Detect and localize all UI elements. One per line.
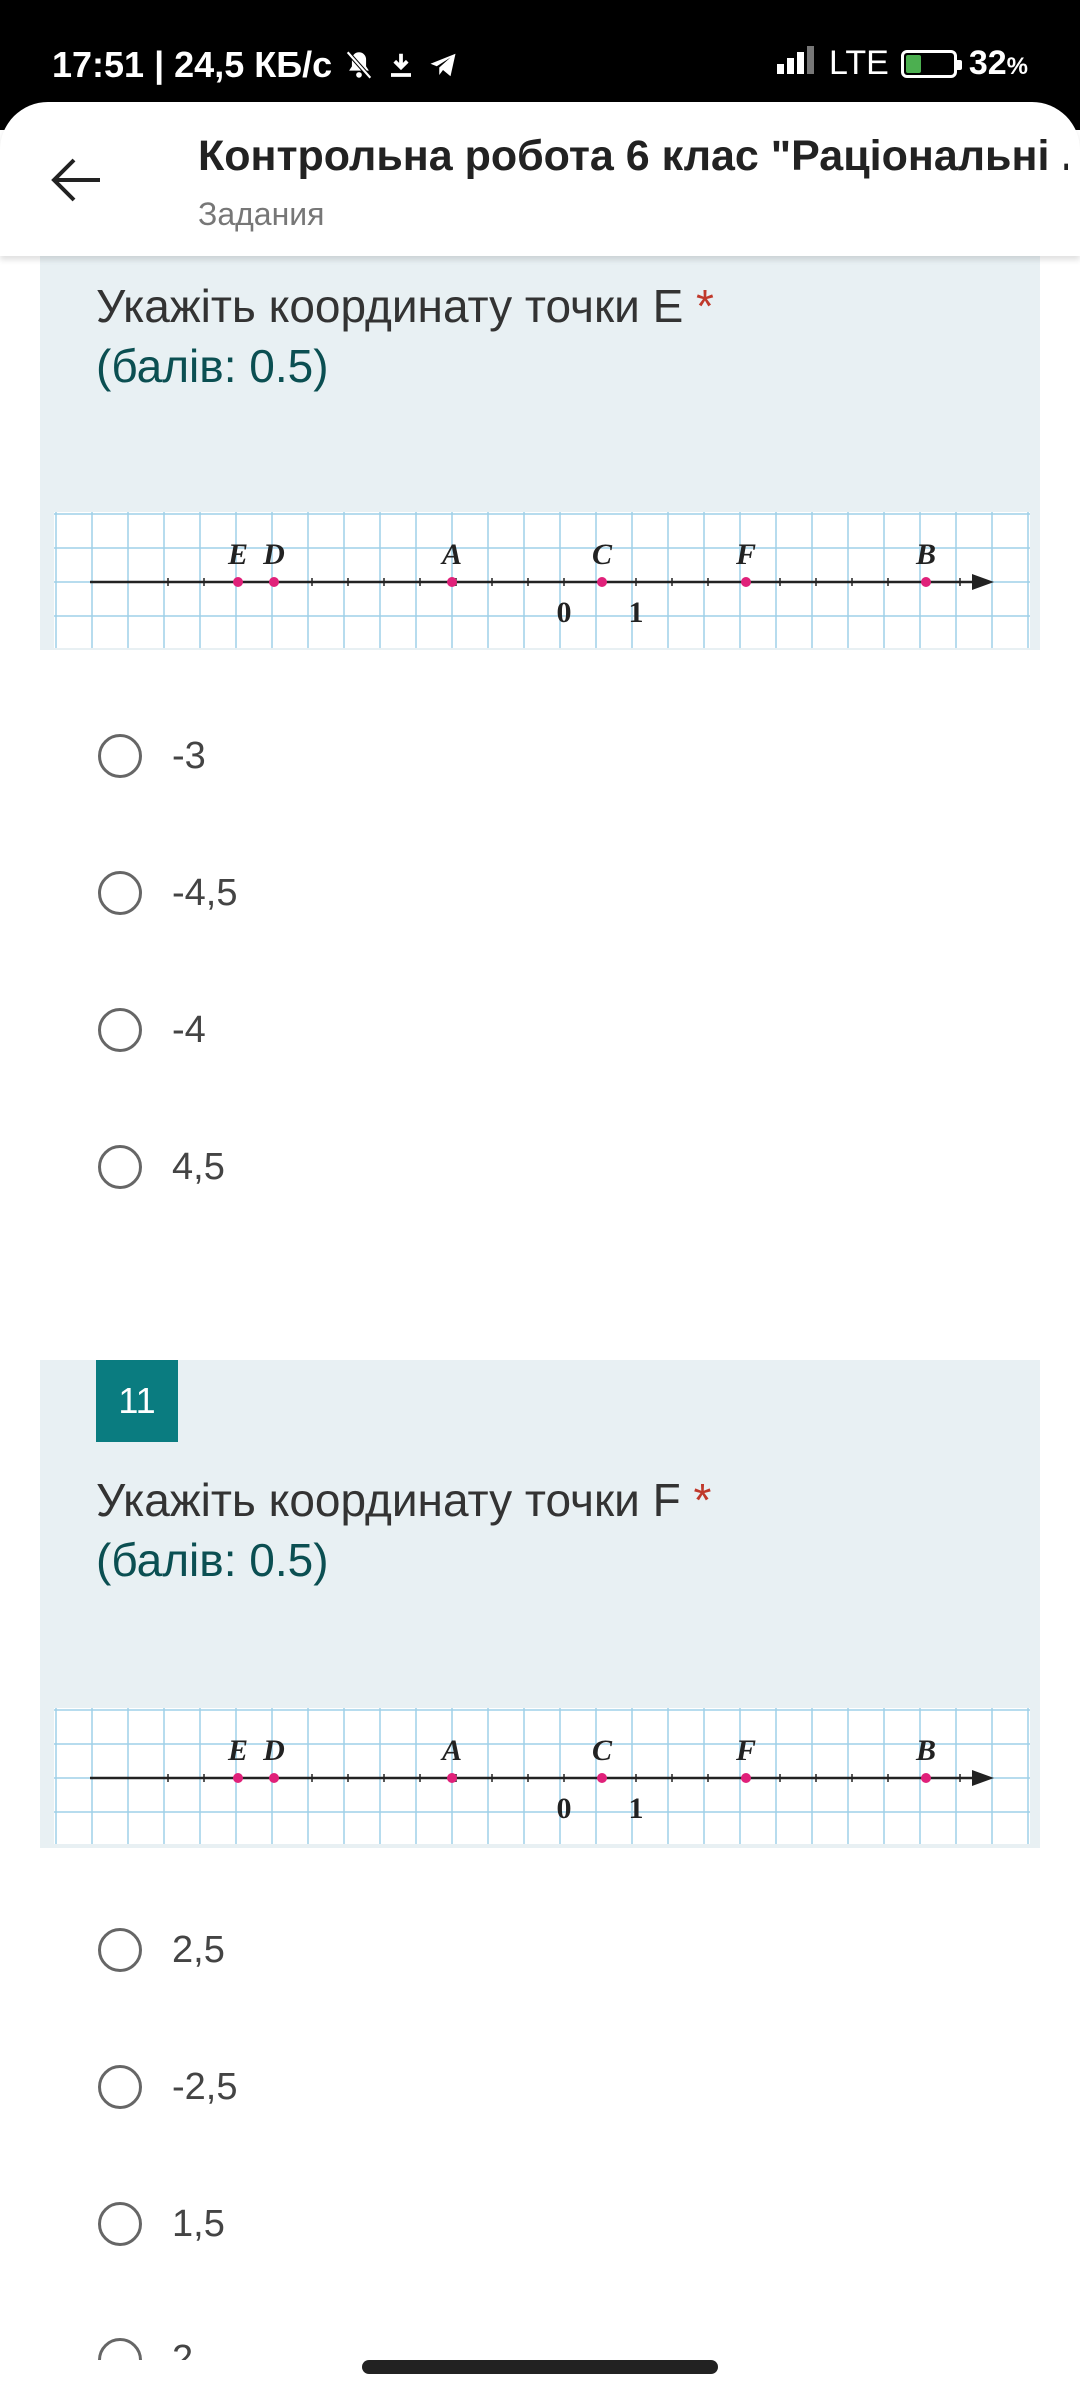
page-subtitle: Задания: [198, 196, 325, 232]
required-marker: *: [696, 280, 714, 332]
point-label: B: [915, 538, 936, 571]
question-label: Укажіть координату точки F: [96, 1474, 681, 1526]
option-label: -4: [172, 1008, 206, 1051]
point-label: A: [440, 1734, 462, 1767]
option-radio[interactable]: 1,5: [98, 2184, 225, 2264]
point-label: C: [592, 1734, 613, 1767]
option-radio[interactable]: -2,5: [98, 2047, 237, 2127]
tick-label: 0: [557, 596, 572, 629]
question-card: Укажіть координату точки E * (балів: 0.5…: [40, 256, 1040, 650]
network-type: LTE: [828, 44, 889, 82]
question-number-badge: 11: [96, 1360, 178, 1442]
telegram-icon: [426, 50, 460, 80]
radio-button[interactable]: [98, 1008, 142, 1052]
point-marker: [447, 577, 457, 587]
status-time: 17:51 | 24,5 КБ/с: [52, 44, 333, 85]
radio-button[interactable]: [98, 1145, 142, 1189]
status-left: 17:51 | 24,5 КБ/с: [52, 44, 460, 86]
option-label: -4,5: [172, 871, 238, 914]
battery-percent: 32%: [969, 44, 1028, 83]
option-radio[interactable]: 2: [98, 2320, 193, 2360]
point-marker: [921, 1773, 931, 1783]
radio-button[interactable]: [98, 1928, 142, 1972]
tick-label: 1: [629, 1792, 644, 1825]
point-marker: [269, 1773, 279, 1783]
point-label: A: [440, 538, 462, 571]
question-text: Укажіть координату точки E *: [96, 276, 714, 336]
battery-icon: [900, 49, 962, 78]
page-title: Контрольна робота 6 клас "Раціональні ..…: [198, 132, 1068, 180]
number-line-figure: E D A C F B 0 1: [54, 512, 1030, 648]
battery-fill: [905, 54, 921, 73]
point-marker: [597, 1773, 607, 1783]
point-label: F: [735, 538, 756, 571]
point-marker: [921, 577, 931, 587]
question-points: (балів: 0.5): [96, 340, 329, 392]
option-radio[interactable]: -4: [98, 990, 206, 1070]
point-label: D: [262, 1734, 285, 1767]
point-label: F: [735, 1734, 756, 1767]
app-bar: Контрольна робота 6 клас "Раціональні ..…: [0, 102, 1080, 256]
question-label: Укажіть координату точки E: [96, 280, 684, 332]
radio-button[interactable]: [98, 871, 142, 915]
option-label: -3: [172, 734, 206, 777]
home-indicator[interactable]: [362, 2360, 718, 2374]
mute-bell-icon: [342, 48, 376, 82]
question-points: (балів: 0.5): [96, 1534, 329, 1586]
required-marker: *: [693, 1474, 712, 1526]
option-radio[interactable]: -3: [98, 716, 206, 796]
question-text: Укажіть координату точки F *: [96, 1470, 711, 1530]
point-marker: [233, 1773, 243, 1783]
point-label: E: [227, 538, 248, 571]
radio-button[interactable]: [98, 2338, 142, 2360]
status-right: LTE 32%: [776, 44, 1028, 83]
signal-icon: [776, 44, 817, 83]
option-label: 1,5: [172, 2202, 225, 2245]
radio-button[interactable]: [98, 2202, 142, 2246]
radio-button[interactable]: [98, 2065, 142, 2109]
point-label: C: [592, 538, 613, 571]
option-radio[interactable]: -4,5: [98, 853, 237, 933]
point-marker: [597, 577, 607, 587]
radio-button[interactable]: [98, 734, 142, 778]
point-marker: [741, 577, 751, 587]
point-marker: [233, 577, 243, 587]
download-icon: [386, 50, 416, 80]
number-line-figure: E D A C F B 0 1: [54, 1708, 1030, 1844]
option-label: -2,5: [172, 2065, 238, 2108]
tick-label: 1: [629, 596, 644, 629]
option-label: 4,5: [172, 1145, 225, 1188]
option-label: 2,5: [172, 1928, 225, 1971]
point-marker: [741, 1773, 751, 1783]
option-radio[interactable]: 2,5: [98, 1910, 225, 1990]
battery-value: 32: [968, 44, 1007, 82]
tick-label: 0: [557, 1792, 572, 1825]
option-radio[interactable]: 4,5: [98, 1127, 225, 1207]
point-label: D: [262, 538, 285, 571]
option-label: 2: [172, 2338, 194, 2360]
point-label: B: [915, 1734, 936, 1767]
question-card: 11 Укажіть координату точки F * (балів: …: [40, 1360, 1040, 1848]
battery-unit: %: [1006, 53, 1028, 80]
point-marker: [269, 577, 279, 587]
point-label: E: [227, 1734, 248, 1767]
back-arrow-icon[interactable]: [44, 148, 108, 212]
point-marker: [447, 1773, 457, 1783]
